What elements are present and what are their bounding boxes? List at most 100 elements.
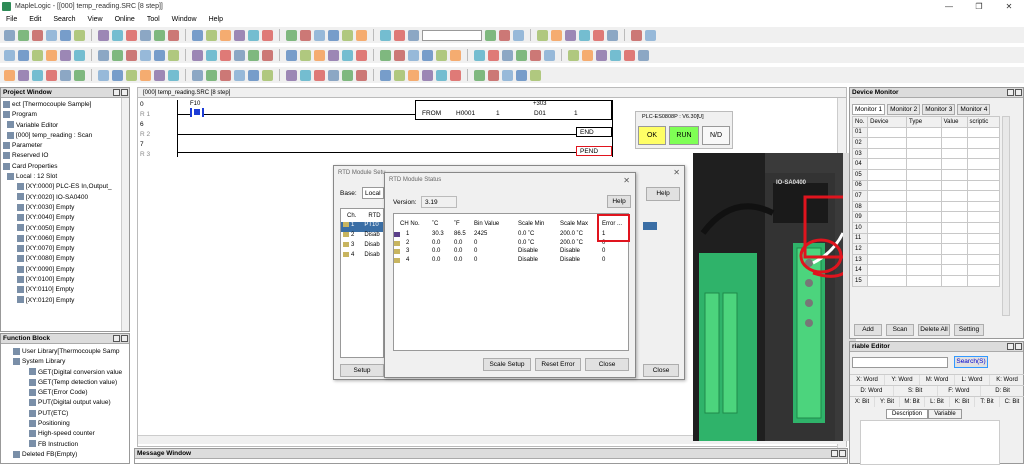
- toolbar-button-icon[interactable]: [60, 49, 71, 61]
- reset-error-button[interactable]: Reset Error: [535, 358, 581, 371]
- toolbar-button-icon[interactable]: [436, 69, 447, 81]
- panel-close-icon[interactable]: [121, 89, 128, 96]
- device-cell[interactable]: [966, 168, 1001, 181]
- tab-variable[interactable]: Variable: [928, 409, 962, 419]
- device-cell[interactable]: [906, 190, 942, 202]
- menu-edit[interactable]: Edit: [23, 16, 47, 23]
- tree-item[interactable]: GET(Error Code): [3, 388, 129, 398]
- toolbar-button-icon[interactable]: [502, 49, 513, 61]
- toolbar-button-icon[interactable]: [380, 49, 391, 61]
- menu-file[interactable]: File: [0, 16, 23, 23]
- device-row[interactable]: 11: [851, 232, 1001, 245]
- tree-item[interactable]: Reserved IO: [3, 151, 121, 161]
- device-cell[interactable]: [940, 147, 968, 160]
- toolbar-button-icon[interactable]: [328, 29, 339, 41]
- toolbar-button-icon[interactable]: [422, 69, 433, 81]
- status-row[interactable]: 1 30.3 86.5 2425 0.0 ˚C 200.0 ˚C 1: [394, 231, 628, 240]
- toolbar-button-icon[interactable]: [356, 49, 367, 61]
- toolbar-button-icon[interactable]: [516, 49, 527, 61]
- tree-item[interactable]: [XY:0120] Empty: [3, 296, 121, 306]
- device-cell[interactable]: [906, 274, 942, 287]
- minimize-icon[interactable]: —: [934, 0, 964, 13]
- setup-help-button[interactable]: Help: [646, 187, 680, 201]
- end-instruction[interactable]: END: [576, 127, 612, 137]
- device-cell[interactable]: [940, 243, 968, 255]
- pin-icon[interactable]: [1007, 89, 1014, 96]
- tree-item[interactable]: System Library: [3, 357, 129, 367]
- toolbar-button-icon[interactable]: [408, 29, 419, 41]
- tree-item[interactable]: Card Properties: [3, 162, 121, 172]
- toolbar-button-icon[interactable]: [286, 69, 297, 81]
- device-action-button[interactable]: Scan: [886, 324, 914, 336]
- tree-item[interactable]: [XY:0040] Empty: [3, 213, 121, 223]
- toolbar-button-icon[interactable]: [140, 29, 151, 41]
- project-scrollbar[interactable]: [121, 98, 129, 331]
- toolbar-button-icon[interactable]: [262, 49, 273, 61]
- toolbar-button-icon[interactable]: [206, 49, 217, 61]
- toolbar-button-icon[interactable]: [610, 49, 621, 61]
- menu-tool[interactable]: Tool: [141, 16, 166, 23]
- device-scrollbar[interactable]: [1002, 116, 1010, 316]
- base-select[interactable]: Local: [362, 187, 384, 199]
- device-type-cell[interactable]: K: Word: [990, 375, 1024, 385]
- toolbar-button-icon[interactable]: [394, 69, 405, 81]
- device-row[interactable]: 07: [851, 190, 1001, 202]
- device-cell[interactable]: [966, 179, 1001, 192]
- toolbar-button-icon[interactable]: [98, 29, 109, 41]
- toolbar-button-icon[interactable]: [450, 49, 461, 61]
- toolbar-button-icon[interactable]: [356, 29, 367, 41]
- device-row[interactable]: 14: [851, 264, 1001, 276]
- toolbar-button-icon[interactable]: [474, 49, 485, 61]
- device-type-cell[interactable]: L: Word: [955, 375, 990, 385]
- toolbar-button-icon[interactable]: [32, 29, 43, 41]
- monitor-tab[interactable]: Monitor 1: [852, 104, 886, 115]
- toolbar-button-icon[interactable]: [154, 49, 165, 61]
- device-cell[interactable]: [906, 179, 942, 192]
- toolbar-button-icon[interactable]: [565, 29, 576, 41]
- toolbar-button-icon[interactable]: [286, 29, 297, 41]
- toolbar-button-icon[interactable]: [262, 29, 273, 41]
- device-cell[interactable]: [867, 158, 908, 170]
- tree-item[interactable]: Variable Editor: [3, 121, 121, 131]
- device-cell[interactable]: [906, 264, 942, 276]
- from-instruction[interactable]: [415, 100, 612, 120]
- toolbar-button-icon[interactable]: [206, 69, 217, 81]
- toolbar-button-icon[interactable]: [568, 49, 579, 61]
- toolbar-button-icon[interactable]: [342, 49, 353, 61]
- device-cell[interactable]: [940, 190, 968, 202]
- monitor-tab[interactable]: Monitor 2: [887, 104, 921, 115]
- toolbar-button-icon[interactable]: [408, 69, 419, 81]
- device-type-cell[interactable]: C: Bit: [1000, 397, 1024, 407]
- device-cell[interactable]: [940, 200, 968, 213]
- device-row[interactable]: 12: [851, 243, 1001, 255]
- toolbar-button-icon[interactable]: [262, 69, 273, 81]
- toolbar-button-icon[interactable]: [513, 29, 524, 41]
- device-row[interactable]: 05: [851, 168, 1001, 181]
- device-cell[interactable]: [867, 264, 908, 276]
- toolbar-button-icon[interactable]: [380, 29, 391, 41]
- tree-item[interactable]: Program: [3, 110, 121, 120]
- toolbar-button-icon[interactable]: [499, 29, 510, 41]
- monitor-tab[interactable]: Monitor 4: [957, 104, 991, 115]
- device-type-cell[interactable]: K: Bit: [950, 397, 975, 407]
- device-row[interactable]: 02: [851, 137, 1001, 149]
- tree-item[interactable]: FB Instruction: [3, 440, 129, 450]
- device-cell[interactable]: [940, 221, 968, 234]
- toolbar-button-icon[interactable]: [220, 69, 231, 81]
- toolbar-button-icon[interactable]: [248, 69, 259, 81]
- device-row[interactable]: 03: [851, 147, 1001, 160]
- tree-item[interactable]: [XY:0030] Empty: [3, 203, 121, 213]
- device-type-cell[interactable]: X: Word: [850, 375, 885, 385]
- pin-icon[interactable]: [113, 335, 120, 342]
- setup-close-icon[interactable]: ✕: [673, 168, 680, 177]
- tree-item[interactable]: ect [Thermocouple Sample]: [3, 100, 121, 110]
- device-cell[interactable]: [867, 126, 908, 139]
- toolbar-button-icon[interactable]: [168, 69, 179, 81]
- toolbar-button-icon[interactable]: [248, 49, 259, 61]
- device-type-cell[interactable]: Y: Word: [885, 375, 920, 385]
- toolbar-button-icon[interactable]: [140, 69, 151, 81]
- f10-contact[interactable]: [190, 108, 204, 117]
- device-cell[interactable]: [867, 221, 908, 234]
- toolbar-button-icon[interactable]: [638, 49, 649, 61]
- toolbar-button-icon[interactable]: [168, 49, 179, 61]
